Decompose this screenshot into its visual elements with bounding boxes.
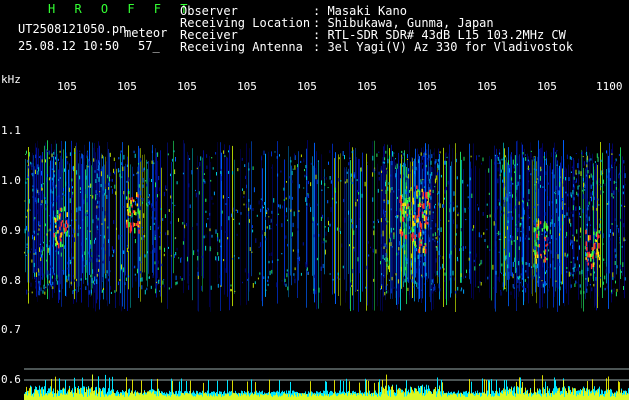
x-tick-label: 105 (537, 80, 557, 93)
y-tick-label: 1.1 (1, 124, 21, 137)
y-tick-label: 0.8 (1, 274, 21, 287)
field-label-antenna: Receiving Antenna (180, 40, 303, 54)
echo-count: 57_ (138, 39, 160, 53)
x-tick-label: 105 (477, 80, 497, 93)
y-tick-label: 0.9 (1, 224, 21, 237)
app-brand: H R O F F T (48, 2, 194, 16)
x-tick-label: 105 (297, 80, 317, 93)
x-tick-label: 105 (237, 80, 257, 93)
y-tick-label: 0.7 (1, 323, 21, 336)
y-tick-label: 0.6 (1, 373, 21, 386)
x-tick-label: 105 (357, 80, 377, 93)
y-tick-label: 1.0 (1, 174, 21, 187)
capture-datetime: 25.08.12 10:50 (18, 39, 120, 53)
x-tick-label: 105 (57, 80, 77, 93)
x-tick-label: 105 (177, 80, 197, 93)
image-filename: UT2508121050.pn (18, 22, 127, 36)
mode-label: meteor (124, 26, 168, 40)
unit-label: kHz (1, 73, 21, 86)
spectrogram-plot (24, 140, 629, 400)
x-tick-label: 105 (117, 80, 137, 93)
x-tick-label: 105 (417, 80, 437, 93)
field-value-antenna: : 3el Yagi(V) Az 330 for Vladivostok (313, 40, 574, 54)
x-tick-label: 1100 (596, 80, 623, 93)
